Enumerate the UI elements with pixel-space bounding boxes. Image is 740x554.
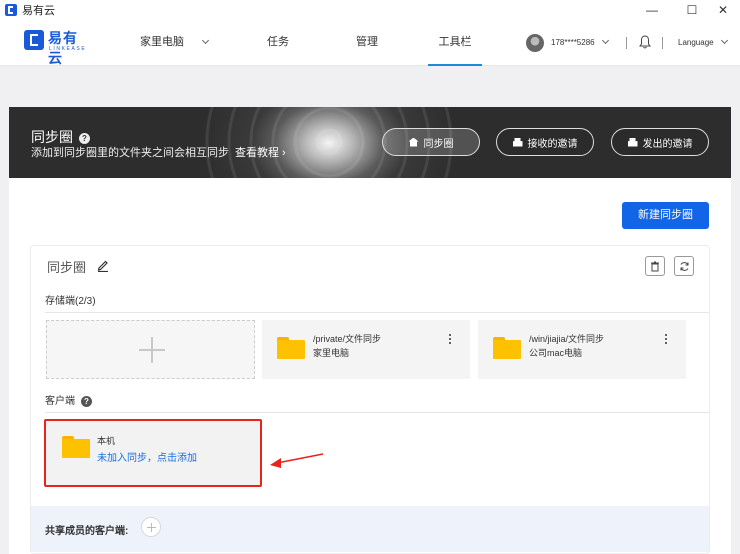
main-content: 新建同步圈 同步圈 存储端(2/3) /private/文件同步 家里电脑 /w… [9,178,731,554]
banner-title-text: 同步圈 [31,129,73,145]
user-account[interactable]: 178****5286 [551,34,609,52]
refresh-icon [680,261,688,271]
minimize-button[interactable]: — [635,0,669,20]
received-invites-button[interactable]: 接收的邀请 [496,128,594,156]
sent-invites-button[interactable]: 发出的邀请 [611,128,709,156]
client-section-label: 客户端? [45,392,92,407]
view-tutorial-link[interactable]: 查看教程 › [235,147,286,159]
app-logo-icon [5,4,17,16]
local-client-tile[interactable]: 本机 未加入同步，点击添加 [44,419,262,487]
sync-circle-tab-button[interactable]: 同步圈 [382,128,480,156]
brand-mark-icon [24,30,44,50]
help-icon[interactable]: ? [79,132,90,144]
brand-logo: 易有云 LINKEASE [24,30,87,66]
sync-circle-banner: 同步圈? 添加到同步圈里的文件夹之间会相互同步 查看教程 › 同步圈 接收的邀请 … [9,107,731,178]
folder-icon [62,436,90,458]
language-selector[interactable]: Language [678,34,728,52]
add-member-button[interactable] [141,517,161,537]
trash-icon [651,261,659,271]
chevron-down-icon [202,36,210,45]
refresh-circle-button[interactable] [674,256,694,276]
section-divider [45,412,709,413]
nav-divider [626,37,627,49]
storage-device: 公司mac电脑 [529,348,583,358]
client-section-text: 客户端 [45,396,75,407]
top-navbar: 易有云 LINKEASE 家里电脑 任务 管理 工具栏 178****5286 … [0,20,740,66]
close-button[interactable]: ✕ [706,0,740,20]
window-title: 易有云 [22,5,55,17]
inbox-icon [512,137,523,147]
folder-icon [277,337,305,359]
nav-tab-toolbar[interactable]: 工具栏 [428,20,482,66]
banner-description: 添加到同步圈里的文件夹之间会相互同步 查看教程 › [31,144,286,160]
more-options-icon[interactable] [448,334,452,346]
section-divider [45,312,709,313]
shared-members-label: 共享成员的客户端: [45,526,129,537]
nav-device-selector[interactable]: 家里电脑 [140,20,220,66]
sync-circle-tab-label: 同步圈 [423,138,454,150]
nav-tab-manage[interactable]: 管理 [349,20,385,66]
banner-description-text: 添加到同步圈里的文件夹之间会相互同步 [31,147,229,159]
nav-divider [662,37,663,49]
edit-name-icon[interactable] [97,259,109,272]
local-client-name: 本机 [97,436,116,446]
storage-item[interactable]: /win/jiajia/文件同步 公司mac电脑 [478,320,686,379]
received-invites-label: 接收的邀请 [527,138,578,150]
chevron-down-icon [720,36,728,45]
storage-item[interactable]: /private/文件同步 家里电脑 [262,320,470,379]
folder-icon [493,337,521,359]
nav-device-label: 家里电脑 [140,36,184,48]
storage-device: 家里电脑 [313,348,350,358]
storage-path: /private/文件同步 [313,334,382,344]
add-storage-button[interactable] [46,320,255,379]
sync-circle-name: 同步圈 [47,260,87,275]
brand-tagline: LINKEASE [49,46,87,52]
language-label: Language [678,38,714,47]
sync-circle-card: 同步圈 存储端(2/3) /private/文件同步 家里电脑 /win/jia… [30,245,710,554]
new-sync-circle-button[interactable]: 新建同步圈 [622,202,709,229]
join-sync-link[interactable]: 未加入同步，点击添加 [97,449,197,464]
sent-invites-label: 发出的邀请 [642,138,693,150]
storage-path: /win/jiajia/文件同步 [529,334,605,344]
avatar[interactable] [526,34,544,52]
window-titlebar: 易有云 — ☐ ✕ [0,0,740,20]
storage-section-label: 存储端(2/3) [45,296,96,307]
outbox-icon [627,137,638,147]
shared-members-bar: 共享成员的客户端: [31,506,709,552]
nav-tab-tasks[interactable]: 任务 [262,20,294,66]
delete-circle-button[interactable] [645,256,665,276]
maximize-button[interactable]: ☐ [675,0,709,20]
more-options-icon[interactable] [664,334,668,346]
chevron-down-icon [601,36,609,45]
home-icon [408,137,419,147]
help-icon[interactable]: ? [81,395,92,407]
bell-icon[interactable] [639,35,651,49]
annotation-arrow-icon [270,453,324,468]
user-account-label: 178****5286 [551,38,595,47]
